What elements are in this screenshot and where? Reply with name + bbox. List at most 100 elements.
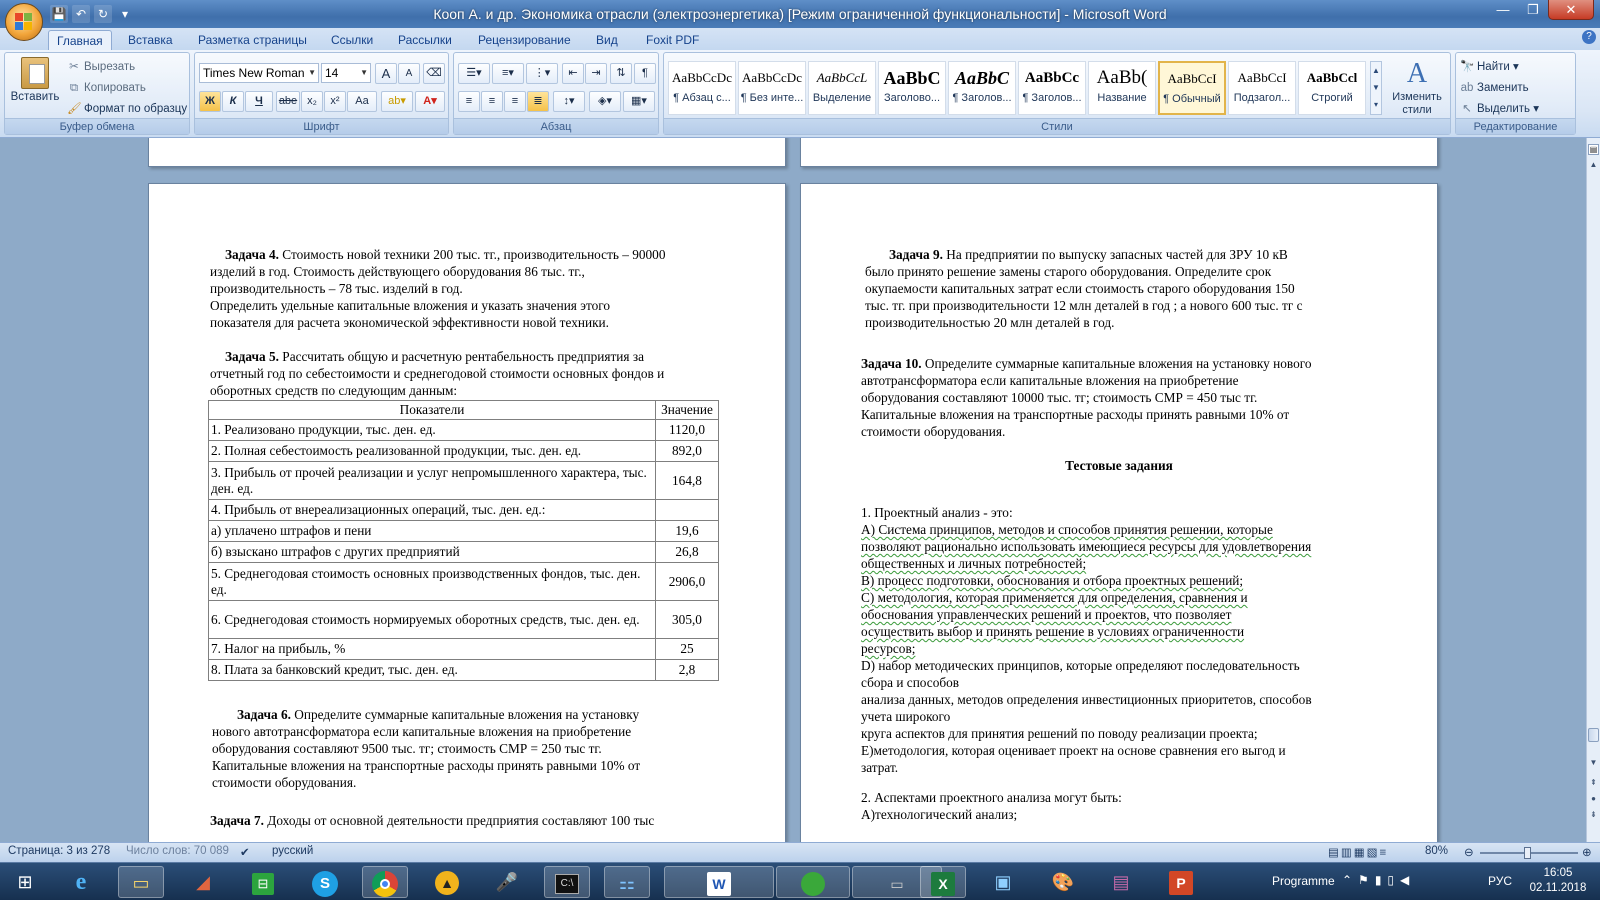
zoom-slider[interactable] xyxy=(1480,847,1578,859)
cut-button[interactable]: ✂ Вырезать xyxy=(67,57,135,77)
minimize-button[interactable]: — xyxy=(1488,0,1518,20)
align-right-icon[interactable]: ≡ xyxy=(504,91,526,112)
tab-references[interactable]: Ссылки xyxy=(323,30,381,50)
change-case-button[interactable]: Aa xyxy=(347,91,377,112)
style-tile[interactable]: AaBbCcDc ¶ Абзац с... xyxy=(668,61,736,115)
scroll-down-icon[interactable]: ▼ xyxy=(1588,758,1599,769)
shrink-font-button[interactable]: A xyxy=(398,63,420,84)
word-taskbar-item[interactable]: W xyxy=(664,866,774,898)
chrome-icon[interactable] xyxy=(362,866,408,898)
winrar-icon[interactable]: ▤ xyxy=(1098,866,1144,898)
style-tile[interactable]: AaBb(Название xyxy=(1088,61,1156,115)
tab-page-layout[interactable]: Разметка страницы xyxy=(190,30,315,50)
input-language[interactable]: РУС xyxy=(1488,874,1512,888)
microphone-icon[interactable]: 🎤 xyxy=(484,866,530,898)
clock[interactable]: 16:05 02.11.2018 xyxy=(1528,866,1588,896)
tray-icons[interactable]: ⌃⚑▮▯◀ xyxy=(1342,873,1415,887)
programme-toolbar[interactable]: Programme xyxy=(1272,874,1335,888)
page-right[interactable]: Задача 9. На предприятии по выпуску запа… xyxy=(800,183,1438,842)
shading-icon[interactable]: ◈▾ xyxy=(589,91,621,112)
change-styles-button[interactable]: A Изменить стили xyxy=(1386,57,1448,119)
grow-font-button[interactable]: A xyxy=(375,63,397,84)
view-buttons[interactable]: ▤▥▦▧≡ xyxy=(1328,845,1388,859)
green-app-taskbar-item[interactable] xyxy=(776,866,850,898)
proofing-icon[interactable]: ✔ xyxy=(240,845,250,859)
help-icon[interactable]: ? xyxy=(1582,30,1596,44)
superscript-button[interactable]: x² xyxy=(324,91,346,112)
tab-mailings[interactable]: Рассылки xyxy=(390,30,460,50)
image-viewer-icon[interactable]: ▣ xyxy=(980,866,1026,898)
excel-green-icon[interactable]: ⊟ xyxy=(240,866,286,898)
tab-insert[interactable]: Вставка xyxy=(120,30,181,50)
clear-format-icon[interactable]: ⌫ xyxy=(423,63,445,84)
font-color-icon[interactable]: A▾ xyxy=(415,91,445,112)
restore-button[interactable]: ❐ xyxy=(1518,0,1548,20)
filezilla-icon[interactable]: ◢ xyxy=(180,866,226,898)
tab-view[interactable]: Вид xyxy=(588,30,626,50)
style-tile[interactable]: AaBbCcDc ¶ Без инте... xyxy=(738,61,806,115)
strikethrough-button[interactable]: abe xyxy=(276,91,300,112)
zoom-in-icon[interactable]: ⊕ xyxy=(1582,845,1592,859)
multilevel-list-icon[interactable]: ⋮▾ xyxy=(526,63,558,84)
style-tile[interactable]: AaBbCc ¶ Заголов... xyxy=(1018,61,1086,115)
style-tile[interactable]: AaBbC Заголово... xyxy=(878,61,946,115)
tab-home[interactable]: Главная xyxy=(48,30,112,50)
skype-icon[interactable]: S xyxy=(302,866,348,898)
subscript-button[interactable]: x₂ xyxy=(301,91,323,112)
styles-scroll[interactable]: ▲ ▼ ▾ xyxy=(1370,61,1382,115)
paste-button[interactable]: Вставить xyxy=(9,55,61,117)
ie-icon[interactable]: e xyxy=(58,866,104,898)
bold-button[interactable]: Ж xyxy=(199,91,221,112)
vertical-scrollbar[interactable]: ▤ ▲ ▼ ⇞ ● ⇟ xyxy=(1586,138,1600,842)
style-tile[interactable]: AaBbCcL Выделение xyxy=(808,61,876,115)
increase-indent-icon[interactable]: ⇥ xyxy=(585,63,607,84)
zoom-out-icon[interactable]: ⊖ xyxy=(1464,845,1474,859)
browse-object-icon[interactable]: ● xyxy=(1588,794,1599,805)
tab-foxit-pdf[interactable]: Foxit PDF xyxy=(638,30,707,50)
windows-start-icon[interactable]: ⊞ xyxy=(2,866,48,898)
style-tile[interactable]: AaBbCcI Подзагол... xyxy=(1228,61,1296,115)
align-left-icon[interactable]: ≡ xyxy=(458,91,480,112)
copy-button[interactable]: ⧉ Копировать xyxy=(67,78,146,98)
zoom-slider-thumb[interactable] xyxy=(1524,847,1531,859)
font-family-select[interactable]: Times New Roman ▼ xyxy=(199,63,319,83)
decrease-indent-icon[interactable]: ⇤ xyxy=(562,63,584,84)
find-button[interactable]: 🔭 Найти ▾ xyxy=(1460,57,1519,77)
align-center-icon[interactable]: ≡ xyxy=(481,91,503,112)
office-button[interactable] xyxy=(5,3,43,41)
justify-icon[interactable]: ≣ xyxy=(527,91,549,112)
ruler-toggle-icon[interactable]: ▤ xyxy=(1588,144,1599,155)
prev-page-icon[interactable]: ⇞ xyxy=(1588,778,1599,789)
network-app-icon[interactable]: ⚏ xyxy=(604,866,650,898)
replace-button[interactable]: ab Заменить xyxy=(1460,78,1529,98)
select-button[interactable]: ↖ Выделить ▾ xyxy=(1460,99,1539,119)
excel-icon[interactable]: X xyxy=(920,866,966,898)
folder-icon[interactable]: ▭ xyxy=(118,866,164,898)
font-size-select[interactable]: 14 ▼ xyxy=(321,63,371,83)
warning-app-icon[interactable]: ▲ xyxy=(424,866,470,898)
borders-icon[interactable]: ▦▾ xyxy=(623,91,655,112)
scroll-up-icon[interactable]: ▲ xyxy=(1588,160,1599,171)
style-tile[interactable]: AaBbCcl Строгий xyxy=(1298,61,1366,115)
style-tile-selected[interactable]: AaBbCcI ¶ Обычный xyxy=(1158,61,1226,115)
paint-icon[interactable]: 🎨 xyxy=(1040,866,1086,898)
page-indicator[interactable]: Страница: 3 из 278 xyxy=(8,845,110,857)
terminal-icon[interactable]: C:\ xyxy=(544,866,590,898)
style-tile[interactable]: AaBbC ¶ Заголов... xyxy=(948,61,1016,115)
numbering-icon[interactable]: ≡▾ xyxy=(492,63,524,84)
page-left[interactable]: Задача 4. Стоимость новой техники 200 ты… xyxy=(148,183,786,842)
format-painter-button[interactable]: 🖌 Формат по образцу xyxy=(67,99,187,119)
tab-review[interactable]: Рецензирование xyxy=(470,30,579,50)
word-count[interactable]: Число слов: 70 089 xyxy=(126,845,229,857)
powerpoint-icon[interactable]: P xyxy=(1158,866,1204,898)
sort-icon[interactable]: ⇅ xyxy=(610,63,632,84)
close-button[interactable]: ✕ xyxy=(1548,0,1594,20)
bullets-icon[interactable]: ☰▾ xyxy=(458,63,490,84)
highlight-icon[interactable]: ab▾ xyxy=(381,91,413,112)
scroll-thumb[interactable] xyxy=(1588,728,1599,742)
underline-button[interactable]: Ч xyxy=(245,91,273,112)
language-indicator[interactable]: русский xyxy=(272,845,313,857)
data-table[interactable]: Показатели Значение 1. Реализовано проду… xyxy=(208,400,719,681)
line-spacing-icon[interactable]: ↕▾ xyxy=(553,91,585,112)
italic-button[interactable]: К xyxy=(222,91,244,112)
